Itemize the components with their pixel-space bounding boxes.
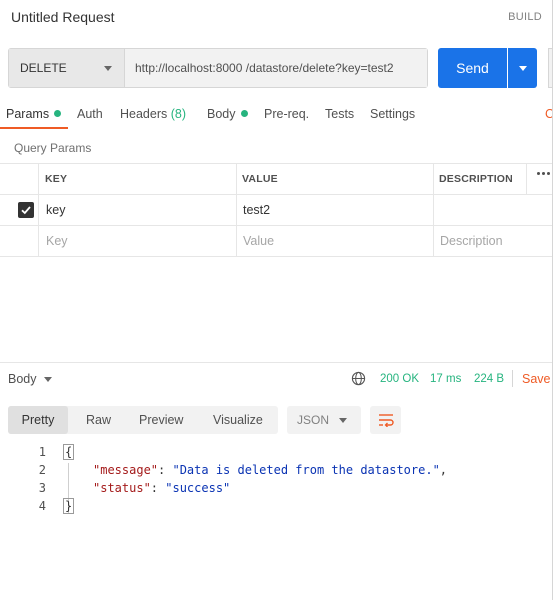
response-size[interactable]: 224 B (474, 373, 504, 385)
build-mode-label[interactable]: BUILD (508, 11, 542, 23)
param-enabled-checkbox[interactable] (18, 202, 34, 218)
tab-tests-label: Tests (325, 107, 355, 121)
tab-settings-label: Settings (370, 107, 416, 121)
json-key: "message" (93, 463, 159, 477)
line-number: 2 (38, 463, 46, 477)
column-header-value: VALUE (242, 173, 278, 185)
request-tabs: Params Auth Headers (8) Body Pre-req. Te… (0, 100, 553, 130)
divider (512, 370, 513, 387)
view-visualize[interactable]: Visualize (213, 406, 263, 434)
tab-settings[interactable]: Settings (370, 107, 415, 121)
method-select[interactable]: DELETE (9, 49, 125, 87)
json-value: "success" (165, 481, 231, 495)
chevron-down-icon (104, 66, 112, 71)
send-options-button[interactable] (508, 48, 537, 88)
param-value-cell[interactable]: test2 (243, 195, 270, 225)
json-comma: , (439, 463, 448, 477)
params-indicator-dot (54, 110, 62, 117)
tab-pre-request[interactable]: Pre-req. (264, 107, 309, 121)
column-header-key: KEY (45, 173, 68, 185)
new-value-input[interactable]: Value (243, 226, 274, 256)
code-line: { (63, 444, 75, 460)
json-brace: { (63, 444, 75, 460)
code-line: "status": "success" (93, 481, 230, 495)
tab-params-label: Params (6, 107, 50, 121)
table-header-row: KEY VALUE DESCRIPTION (0, 163, 553, 195)
response-view-tabs: Pretty Raw Preview Visualize (8, 406, 278, 434)
tab-tests[interactable]: Tests (325, 107, 354, 121)
param-key-cell[interactable]: key (46, 195, 65, 225)
tab-headers[interactable]: Headers (8) (120, 107, 186, 121)
format-label: JSON (297, 413, 330, 427)
tab-auth[interactable]: Auth (77, 107, 103, 121)
code-line: "message": "Data is deleted from the dat… (93, 463, 447, 477)
json-value: "Data is deleted from the datastore." (172, 463, 440, 477)
new-description-input[interactable]: Description (440, 226, 503, 256)
globe-icon[interactable] (351, 371, 366, 386)
wrap-icon (378, 414, 394, 427)
column-header-description: DESCRIPTION (439, 173, 513, 185)
tab-auth-label: Auth (77, 107, 103, 121)
request-url-bar: DELETE (8, 48, 428, 88)
check-icon (21, 206, 31, 215)
tab-pre-request-label: Pre-req. (264, 107, 310, 121)
body-indicator-dot (240, 110, 248, 117)
headers-count: (8) (170, 107, 187, 121)
chevron-down-icon (339, 418, 347, 423)
tab-headers-label: Headers (120, 107, 168, 121)
tab-body-label: Body (207, 107, 236, 121)
format-select[interactable]: JSON (287, 406, 361, 434)
wrap-lines-button[interactable] (370, 406, 401, 434)
chevron-down-icon (518, 65, 527, 71)
status-badge[interactable]: 200 OK (380, 373, 419, 385)
view-pretty[interactable]: Pretty (8, 406, 68, 434)
chevron-down-icon[interactable] (44, 377, 52, 382)
table-row-new: Key Value Description (0, 226, 553, 257)
send-button[interactable]: Send (438, 48, 507, 88)
response-body-dropdown[interactable]: Body (8, 372, 37, 386)
table-row: key test2 (0, 195, 553, 226)
view-raw[interactable]: Raw (86, 406, 111, 434)
line-number: 3 (38, 481, 46, 495)
query-params-heading: Query Params (14, 141, 92, 155)
save-response-button[interactable]: Save (522, 372, 551, 386)
new-key-input[interactable]: Key (46, 226, 68, 256)
json-key: "status" (93, 481, 151, 495)
line-number: 4 (38, 499, 46, 513)
code-line: } (63, 498, 75, 514)
request-title[interactable]: Untitled Request (11, 9, 115, 25)
tab-body[interactable]: Body (207, 107, 248, 121)
response-time[interactable]: 17 ms (430, 373, 461, 385)
line-number: 1 (38, 445, 46, 459)
url-input[interactable] (125, 49, 427, 87)
active-tab-indicator (0, 127, 68, 129)
more-options-icon[interactable] (537, 172, 550, 175)
view-preview[interactable]: Preview (139, 406, 183, 434)
json-brace: } (63, 498, 75, 514)
json-separator: : (158, 463, 173, 477)
divider (0, 362, 553, 363)
tab-params[interactable]: Params (6, 107, 62, 121)
json-separator: : (150, 481, 166, 495)
method-label: DELETE (20, 61, 67, 75)
